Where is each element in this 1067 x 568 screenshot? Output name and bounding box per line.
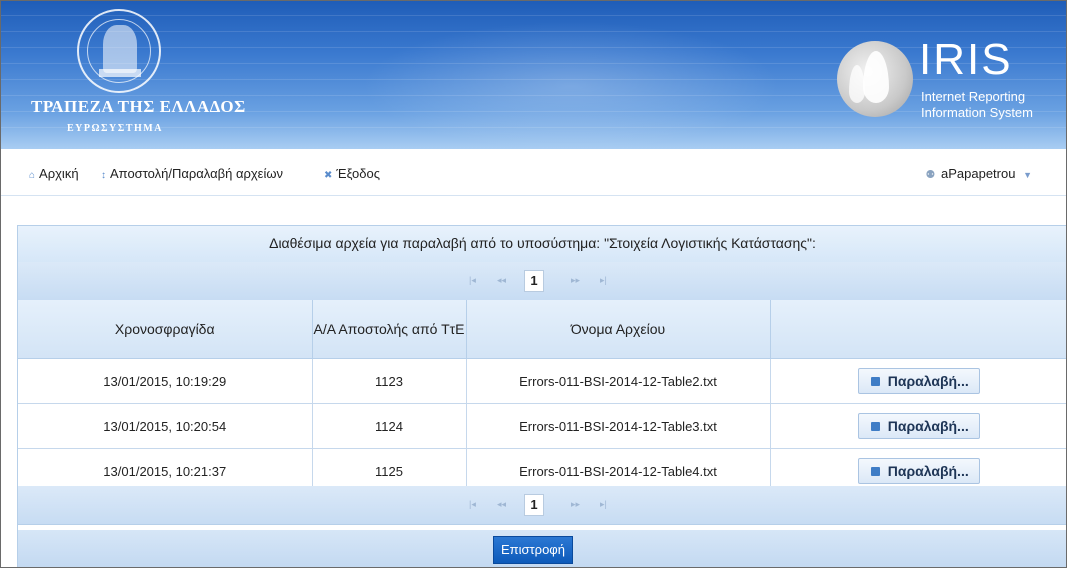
seq-cell: 1124 [312,403,467,449]
action-cell: Παραλαβή... [770,403,1066,449]
chevron-down-icon: ▼ [1023,170,1032,180]
pager-bottom: |◂ ◂◂ 1 ▸▸ ▸| [18,486,1066,525]
current-page[interactable]: 1 [524,270,544,292]
filename-cell: Errors-011-BSI-2014-12-Table2.txt [466,358,771,404]
close-icon: ✖ [324,170,333,181]
column-header-actions [770,300,1066,359]
back-button[interactable]: Επιστροφή [493,536,573,564]
panel-title: Διαθέσιμα αρχεία για παραλαβή από το υπο… [18,226,1066,263]
column-header-filename: Όνομα Αρχείου [466,300,771,359]
action-cell: Παραλαβή... [770,358,1066,404]
first-page-button[interactable]: |◂ [469,275,476,286]
save-icon [870,377,880,386]
files-panel: Διαθέσιμα αρχεία για παραλαβή από το υπο… [17,225,1066,567]
first-page-button[interactable]: |◂ [469,499,476,510]
header-banner: ΤΡΑΠΕΖΑ ΤΗΣ ΕΛΛΑΔΟΣ ΕΥΡΩΣΥΣΤΗΜΑ IRIS Int… [1,1,1066,149]
nav-item-label: Έξοδος [336,166,381,181]
iris-logo-icon [837,41,913,117]
download-button[interactable]: Παραλαβή... [857,458,980,484]
seq-cell: 1123 [312,358,467,404]
user-menu[interactable]: ⚉ aPapapetrou ▼ [926,166,1033,181]
app-window: ΤΡΑΠΕΖΑ ΤΗΣ ΕΛΛΑΔΟΣ ΕΥΡΩΣΥΣΤΗΜΑ IRIS Int… [0,0,1067,568]
table-row: 13/01/2015, 10:20:54 1124 Errors-011-BSI… [18,403,1066,449]
nav-item-label: Αποστολή/Παραλαβή αρχείων [110,166,284,181]
nav-item-send-receive[interactable]: ↕ Αποστολή/Παραλαβή αρχείων [101,166,283,181]
nav-item-logout[interactable]: ✖ Έξοδος [324,166,380,181]
nav-item-label: Αρχική [39,166,79,181]
table-row: 13/01/2015, 10:19:29 1123 Errors-011-BSI… [18,358,1066,404]
updown-arrows-icon: ↕ [101,170,106,181]
next-page-button[interactable]: ▸▸ [571,499,580,510]
home-icon: ⌂ [29,170,36,181]
download-button[interactable]: Παραλαβή... [857,413,980,439]
username: aPapapetrou [941,166,1016,181]
next-page-button[interactable]: ▸▸ [571,275,580,286]
bank-name: ΤΡΑΠΕΖΑ ΤΗΣ ΕΛΛΑΔΟΣ [31,97,246,116]
filename-cell: Errors-011-BSI-2014-12-Table3.txt [466,403,771,449]
last-page-button[interactable]: ▸| [600,275,607,286]
save-icon [870,422,880,431]
bank-seal-logo [77,9,161,93]
top-nav: ⌂ Αρχική ↕ Αποστολή/Παραλαβή αρχείων ✖ Έξοδ… [1,149,1066,196]
app-subtitle: Internet Reporting Information System [921,89,1033,121]
download-button-label: Παραλαβή... [887,418,969,434]
download-button-label: Παραλαβή... [887,463,969,479]
save-icon [870,467,880,476]
prev-page-button[interactable]: ◂◂ [497,275,506,286]
column-header-timestamp: Χρονοσφραγίδα [18,300,313,359]
files-table: Χρονοσφραγίδα Α/Α Αποστολής από ΤτΕ Όνομ… [18,300,1066,494]
column-header-seq: Α/Α Αποστολής από ΤτΕ [312,300,467,359]
pager-top: |◂ ◂◂ 1 ▸▸ ▸| [18,262,1066,301]
last-page-button[interactable]: ▸| [600,499,607,510]
nav-item-home[interactable]: ⌂ Αρχική [29,166,79,181]
current-page[interactable]: 1 [524,494,544,516]
bank-subtitle: ΕΥΡΩΣΥΣΤΗΜΑ [67,123,163,134]
app-subtitle-line2: Information System [921,105,1033,120]
user-icon: ⚉ [925,169,936,181]
table-header-row: Χρονοσφραγίδα Α/Α Αποστολής από ΤτΕ Όνομ… [18,300,1066,359]
timestamp-cell: 13/01/2015, 10:19:29 [18,358,313,404]
timestamp-cell: 13/01/2015, 10:20:54 [18,403,313,449]
prev-page-button[interactable]: ◂◂ [497,499,506,510]
app-subtitle-line1: Internet Reporting [921,89,1026,104]
app-title: IRIS [919,35,1013,84]
download-button[interactable]: Παραλαβή... [857,368,980,394]
panel-footer: Επιστροφή [18,530,1066,567]
download-button-label: Παραλαβή... [887,373,969,389]
